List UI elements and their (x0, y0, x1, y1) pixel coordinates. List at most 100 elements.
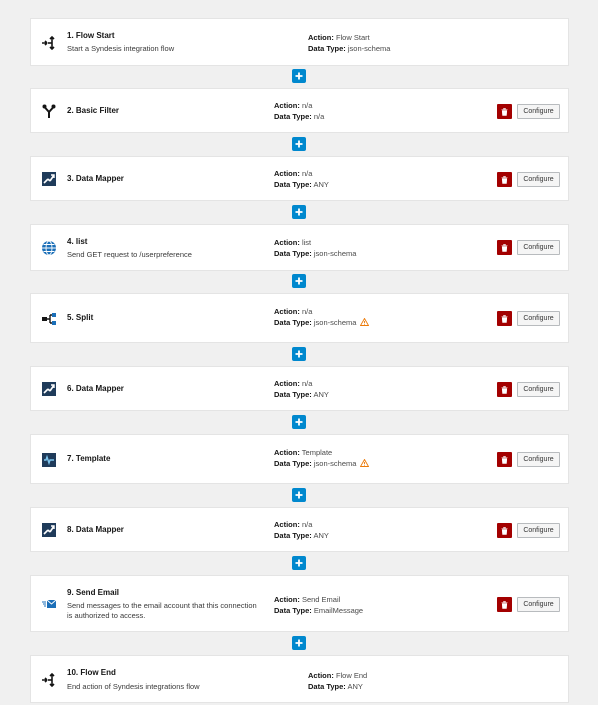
plus-icon (295, 140, 303, 148)
action-value: Template (301, 448, 333, 457)
add-step-button[interactable] (292, 274, 306, 288)
plus-icon (295, 559, 303, 567)
step-9-send-email[interactable]: 9. Send Email Send messages to the email… (30, 575, 569, 632)
step-title: 10. Flow End (67, 668, 116, 677)
action-label: Action: (274, 379, 300, 388)
plus-icon (295, 491, 303, 499)
data-type-label: Data Type: (274, 390, 312, 399)
step-meta: Action: Flow End Data Type: ANY (308, 670, 367, 692)
data-type-label: Data Type: (274, 180, 312, 189)
step-2-basic-filter[interactable]: 2. Basic Filter Action: n/a Data Type: n… (30, 88, 569, 133)
step-meta: Action: n/a Data Type: json-schema (274, 306, 370, 329)
configure-button[interactable]: Configure (517, 311, 560, 326)
action-value: n/a (301, 169, 313, 178)
data-type-label: Data Type: (274, 249, 312, 258)
action-value: n/a (301, 379, 313, 388)
action-value: n/a (301, 307, 313, 316)
step-6-data-mapper[interactable]: 6. Data Mapper Action: n/a Data Type: AN… (30, 366, 569, 411)
add-step-button[interactable] (292, 137, 306, 151)
configure-button[interactable]: Configure (517, 382, 560, 397)
data-type-value: json-schema (347, 44, 391, 53)
step-title: 1. Flow Start (67, 31, 115, 40)
delete-step-button[interactable] (497, 452, 512, 467)
add-step-button[interactable] (292, 205, 306, 219)
data-type-label: Data Type: (308, 682, 346, 691)
delete-step-button[interactable] (497, 523, 512, 538)
data-mapper-icon (40, 521, 58, 539)
delete-step-button[interactable] (497, 104, 512, 119)
data-type-label: Data Type: (274, 112, 312, 121)
add-step-button[interactable] (292, 488, 306, 502)
step-title: 6. Data Mapper (67, 384, 124, 393)
add-step-button[interactable] (292, 347, 306, 361)
plus-icon (295, 277, 303, 285)
step-4-list[interactable]: 4. list Send GET request to /userprefere… (30, 224, 569, 271)
trash-icon (501, 385, 508, 394)
step-description: Send GET request to /userpreference (67, 250, 192, 259)
delete-step-button[interactable] (497, 311, 512, 326)
action-label: Action: (308, 671, 334, 680)
warning-icon (360, 317, 370, 329)
filter-icon (40, 102, 58, 120)
action-value: n/a (301, 520, 313, 529)
step-meta: Action: list Data Type: json-schema (274, 237, 356, 259)
step-description: Send messages to the email account that … (67, 601, 257, 620)
plus-icon (295, 418, 303, 426)
configure-button[interactable]: Configure (517, 104, 560, 119)
data-mapper-icon (40, 170, 58, 188)
action-label: Action: (274, 520, 300, 529)
api-globe-icon (40, 239, 58, 257)
configure-button[interactable]: Configure (517, 523, 560, 538)
action-value: Send Email (301, 595, 341, 604)
delete-step-button[interactable] (497, 172, 512, 187)
step-meta: Action: Flow Start Data Type: json-schem… (308, 32, 390, 54)
step-title: 9. Send Email (67, 588, 120, 597)
data-type-value: ANY (347, 682, 363, 691)
warning-icon (360, 458, 370, 470)
step-5-split[interactable]: 5. Split Action: n/a Data Type: json-sch… (30, 293, 569, 343)
delete-step-button[interactable] (497, 597, 512, 612)
add-step-button[interactable] (292, 415, 306, 429)
data-type-value: json-schema (313, 459, 357, 468)
action-value: Flow Start (335, 33, 370, 42)
data-type-value: ANY (313, 390, 329, 399)
step-8-data-mapper[interactable]: 8. Data Mapper Action: n/a Data Type: AN… (30, 507, 569, 552)
action-value: list (301, 238, 312, 247)
action-label: Action: (274, 238, 300, 247)
action-value: n/a (301, 101, 313, 110)
add-step-button[interactable] (292, 69, 306, 83)
step-7-template[interactable]: 7. Template Action: Template Data Type: … (30, 434, 569, 484)
trash-icon (501, 175, 508, 184)
configure-button[interactable]: Configure (517, 240, 560, 255)
step-title: 8. Data Mapper (67, 525, 124, 534)
data-type-value: json-schema (313, 318, 357, 327)
step-3-data-mapper[interactable]: 3. Data Mapper Action: n/a Data Type: AN… (30, 156, 569, 201)
step-10-flow-end[interactable]: 10. Flow End End action of Syndesis inte… (30, 655, 569, 703)
step-meta: Action: n/a Data Type: ANY (274, 168, 329, 190)
step-title: 5. Split (67, 313, 94, 322)
step-meta: Action: n/a Data Type: ANY (274, 378, 329, 400)
configure-button[interactable]: Configure (517, 452, 560, 467)
step-meta: Action: n/a Data Type: ANY (274, 519, 329, 541)
configure-button[interactable]: Configure (517, 597, 560, 612)
add-step-button[interactable] (292, 556, 306, 570)
step-title: 2. Basic Filter (67, 106, 120, 115)
flow-start-icon (40, 34, 58, 52)
data-type-label: Data Type: (274, 606, 312, 615)
data-type-label: Data Type: (274, 531, 312, 540)
delete-step-button[interactable] (497, 240, 512, 255)
delete-step-button[interactable] (497, 382, 512, 397)
action-label: Action: (274, 448, 300, 457)
step-title: 4. list (67, 237, 88, 246)
add-step-button[interactable] (292, 636, 306, 650)
step-meta: Action: Send Email Data Type: EmailMessa… (274, 594, 363, 616)
trash-icon (501, 526, 508, 535)
plus-icon (295, 72, 303, 80)
data-type-value: json-schema (313, 249, 357, 258)
integration-flow-page: { "labels": { "action": "Action:", "data… (0, 0, 598, 705)
step-1-flow-start[interactable]: 1. Flow Start Start a Syndesis integrati… (30, 18, 569, 66)
trash-icon (501, 243, 508, 252)
trash-icon (501, 600, 508, 609)
data-type-value: EmailMessage (313, 606, 364, 615)
configure-button[interactable]: Configure (517, 172, 560, 187)
